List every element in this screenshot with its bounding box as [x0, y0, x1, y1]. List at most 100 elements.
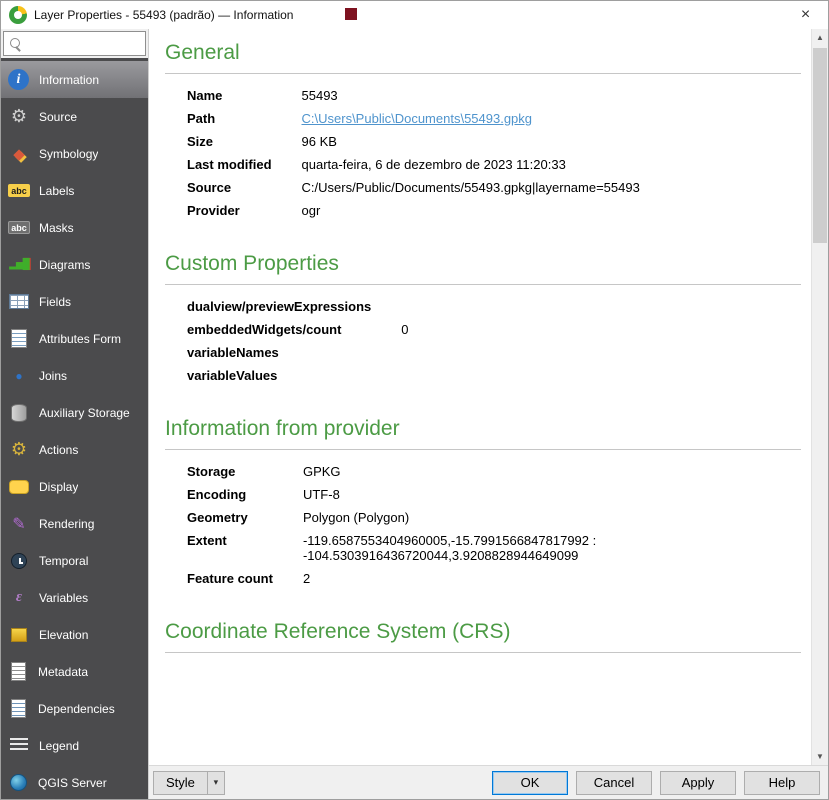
scroll-up-icon: ▲ — [816, 33, 824, 42]
apply-button[interactable]: Apply — [660, 771, 736, 795]
property-table: StorageGPKGEncodingUTF-8GeometryPolygon … — [187, 460, 596, 590]
ok-button[interactable]: OK — [492, 771, 568, 795]
sidebar-search-area — [1, 29, 148, 58]
property-row: StorageGPKG — [187, 460, 596, 483]
property-label: Extent — [187, 529, 303, 567]
sidebar-item-masks[interactable]: abcMasks — [1, 209, 148, 246]
scroll-down-icon: ▼ — [816, 752, 824, 761]
property-value-text: GPKG — [303, 464, 341, 479]
sidebar-item-legend[interactable]: Legend — [1, 727, 148, 764]
sidebar-item-qgis-server[interactable]: QGIS Server — [1, 764, 148, 799]
help-button[interactable]: Help — [744, 771, 820, 795]
property-row: Providerogr — [187, 199, 640, 222]
property-label: Geometry — [187, 506, 303, 529]
sidebar-item-label: Metadata — [38, 665, 88, 679]
section-heading: Custom Properties — [165, 252, 801, 276]
metadata-icon — [11, 662, 26, 681]
property-value — [401, 295, 408, 318]
property-label: variableValues — [187, 364, 401, 387]
property-label: Size — [187, 130, 302, 153]
property-value-text: UTF-8 — [303, 487, 340, 502]
property-label: Storage — [187, 460, 303, 483]
sidebar-item-actions[interactable]: ⚙ Actions — [1, 431, 148, 468]
scroll-down-button[interactable]: ▼ — [812, 748, 828, 765]
property-label: Path — [187, 107, 302, 130]
scrollbar-thumb[interactable] — [813, 48, 827, 243]
scroll-up-button[interactable]: ▲ — [812, 29, 828, 46]
dialog-footer: Style ▾ OK Cancel Apply Help — [149, 765, 828, 799]
property-value-text: 2 — [303, 571, 310, 586]
sidebar-item-joins[interactable]: ●Joins — [1, 357, 148, 394]
property-table: dualview/previewExpressionsembeddedWidge… — [187, 295, 408, 387]
vertical-scrollbar[interactable]: ▲ ▼ — [811, 29, 828, 765]
footer-buttons: OK Cancel Apply Help — [492, 771, 820, 795]
property-value: 55493 — [302, 84, 640, 107]
section-coordinate-reference-system-crs: Coordinate Reference System (CRS) — [165, 620, 801, 653]
search-input[interactable] — [4, 32, 145, 55]
property-row: Extent-119.6587553404960005,-15.79915668… — [187, 529, 596, 567]
sidebar-item-labels[interactable]: abcLabels — [1, 172, 148, 209]
property-row: Last modifiedquarta-feira, 6 de dezembro… — [187, 153, 640, 176]
sidebar-item-dependencies[interactable]: Dependencies — [1, 690, 148, 727]
section-divider — [165, 652, 801, 653]
sidebar-item-source[interactable]: ⚙ Source — [1, 98, 148, 135]
sidebar-item-label: Labels — [39, 184, 74, 198]
sidebar-item-label: Symbology — [39, 147, 98, 161]
sidebar-item-label: Actions — [39, 443, 78, 457]
sidebar-item-display[interactable]: Display — [1, 468, 148, 505]
cancel-button[interactable]: Cancel — [576, 771, 652, 795]
sidebar: iInformation ⚙ Source ◆SymbologyabcLabelsab… — [1, 29, 149, 799]
property-row: GeometryPolygon (Polygon) — [187, 506, 596, 529]
sidebar-item-label: Temporal — [39, 554, 88, 568]
property-label: Encoding — [187, 483, 303, 506]
scrollbar-track[interactable] — [812, 46, 828, 748]
elevation-icon — [11, 628, 27, 642]
property-row: Size96 KB — [187, 130, 640, 153]
style-dropdown-arrow[interactable]: ▾ — [208, 771, 225, 795]
property-label: Name — [187, 84, 302, 107]
property-value-text: 55493 — [302, 88, 338, 103]
property-value: C:\Users\Public\Documents\55493.gpkg — [302, 107, 640, 130]
property-value: 0 — [401, 318, 408, 341]
close-button[interactable]: × — [783, 1, 828, 29]
sidebar-item-symbology[interactable]: ◆Symbology — [1, 135, 148, 172]
attributes-form-icon — [11, 329, 27, 348]
close-icon: × — [801, 6, 810, 24]
property-value-text: C:/Users/Public/Documents/55493.gpkg|lay… — [302, 180, 640, 195]
sidebar-item-attributes-form[interactable]: Attributes Form — [1, 320, 148, 357]
sidebar-item-label: Source — [39, 110, 77, 124]
sidebar-item-metadata[interactable]: Metadata — [1, 653, 148, 690]
sidebar-item-label: Legend — [39, 739, 79, 753]
actions-icon: ⚙ — [7, 438, 31, 462]
legend-icon — [10, 738, 28, 753]
sidebar-item-rendering[interactable]: ✎Rendering — [1, 505, 148, 542]
sidebar-item-label: Attributes Form — [39, 332, 121, 346]
red-marker — [345, 8, 357, 20]
sidebar-item-label: Display — [39, 480, 78, 494]
section-information-from-provider: Information from providerStorageGPKGEnco… — [165, 417, 801, 590]
style-button[interactable]: Style ▾ — [153, 771, 225, 795]
sidebar-item-variables[interactable]: εVariables — [1, 579, 148, 616]
file-path-link[interactable]: C:\Users\Public\Documents\55493.gpkg — [302, 111, 533, 126]
property-value-text: quarta-feira, 6 de dezembro de 2023 11:2… — [302, 157, 566, 172]
property-row: PathC:\Users\Public\Documents\55493.gpkg — [187, 107, 640, 130]
qgis-logo-icon — [9, 6, 27, 24]
sidebar-item-temporal[interactable]: Temporal — [1, 542, 148, 579]
sidebar-item-diagrams[interactable]: ▂▅█Diagrams — [1, 246, 148, 283]
property-value-text: Polygon (Polygon) — [303, 510, 409, 525]
property-value-text: 96 KB — [302, 134, 337, 149]
property-label: Source — [187, 176, 302, 199]
section-heading: Coordinate Reference System (CRS) — [165, 620, 801, 644]
sidebar-item-label: Rendering — [39, 517, 94, 531]
sidebar-item-auxiliary-storage[interactable]: Auxiliary Storage — [1, 394, 148, 431]
property-label: Provider — [187, 199, 302, 222]
property-row: Feature count2 — [187, 567, 596, 590]
style-button-label[interactable]: Style — [153, 771, 208, 795]
sidebar-item-fields[interactable]: Fields — [1, 283, 148, 320]
property-label: embeddedWidgets/count — [187, 318, 401, 341]
sidebar-item-elevation[interactable]: Elevation — [1, 616, 148, 653]
sidebar-item-information[interactable]: iInformation — [1, 61, 148, 98]
sidebar-item-label: Elevation — [39, 628, 88, 642]
property-value-text: ogr — [302, 203, 321, 218]
source-icon: ⚙ — [7, 105, 31, 129]
